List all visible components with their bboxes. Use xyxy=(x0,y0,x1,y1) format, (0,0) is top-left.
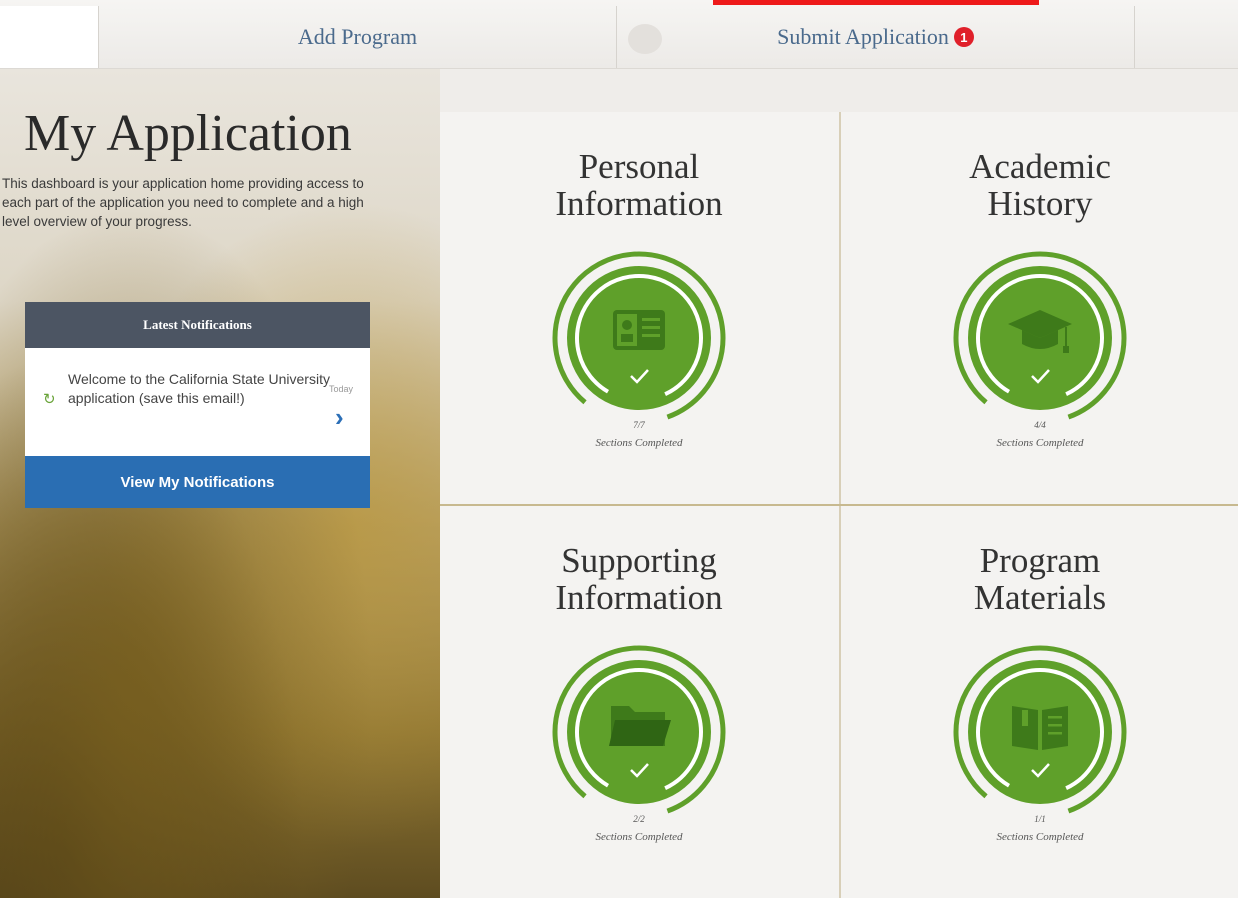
sections-caption: Sections Completed xyxy=(595,831,683,843)
sections-count: 2/2 xyxy=(633,814,645,824)
sections-caption: Sections Completed xyxy=(595,437,683,449)
page-title: My Application xyxy=(24,105,352,162)
notification-text: Welcome to the California State Universi… xyxy=(68,371,330,406)
notifications-card: Latest Notifications ↻ Welcome to the Ca… xyxy=(25,302,370,508)
progress-ring xyxy=(953,645,1127,819)
notification-badge: 1 xyxy=(953,27,974,47)
nav-decoration-icon xyxy=(628,24,662,54)
tab-submit-application[interactable]: Submit Application 1 xyxy=(616,6,1134,68)
tile-title: Personal Information xyxy=(440,148,838,222)
section-grid: Personal Information 7/7 Sections Comple… xyxy=(440,112,1238,898)
intro-text: This dashboard is your application home … xyxy=(2,176,364,229)
tile-title: Academic History xyxy=(841,148,1238,222)
tile-title: Program Materials xyxy=(841,542,1238,616)
tile-academic-history[interactable]: Academic History 4/4 Sections Completed xyxy=(841,112,1238,502)
progress-ring xyxy=(552,251,726,425)
tab-overflow[interactable] xyxy=(1134,6,1238,68)
sections-count: 4/4 xyxy=(1034,420,1046,430)
sections-count: 7/7 xyxy=(633,420,645,430)
tile-title-line1: Academic xyxy=(969,147,1111,186)
id-card-icon xyxy=(613,310,665,350)
tile-title-line2: History xyxy=(987,184,1093,223)
view-notifications-button[interactable]: View My Notifications xyxy=(25,456,370,508)
chevron-right-icon[interactable]: › xyxy=(335,402,344,433)
tab-add-program[interactable]: Add Program xyxy=(98,6,616,68)
notifications-header: Latest Notifications xyxy=(25,302,370,348)
notification-item[interactable]: ↻ Welcome to the California State Univer… xyxy=(25,348,370,456)
tile-title-line1: Supporting xyxy=(561,541,717,580)
tab-submit-application-label: Submit Application xyxy=(777,24,949,49)
tile-title: Supporting Information xyxy=(440,542,838,616)
refresh-icon: ↻ xyxy=(43,391,56,408)
tile-title-line2: Information xyxy=(555,184,723,223)
progress-ring xyxy=(953,251,1127,425)
tile-program-materials[interactable]: Program Materials 1/1 Sections Completed xyxy=(841,506,1238,896)
sections-caption: Sections Completed xyxy=(996,831,1084,843)
top-nav: Add Program Submit Application 1 xyxy=(0,0,1238,69)
tile-title-line2: Materials xyxy=(973,578,1107,617)
sections-caption: Sections Completed xyxy=(996,437,1084,449)
highlight-bar xyxy=(713,0,1039,5)
folder-icon xyxy=(609,706,671,746)
tile-supporting-information[interactable]: Supporting Information 2/2 Sections Comp… xyxy=(440,506,838,896)
tile-title-line1: Program xyxy=(979,541,1101,580)
tile-title-line1: Personal xyxy=(578,147,700,186)
progress-ring xyxy=(552,645,726,819)
tile-personal-information[interactable]: Personal Information 7/7 Sections Comple… xyxy=(440,112,838,502)
tab-add-program-label: Add Program xyxy=(297,24,418,49)
sections-count: 1/1 xyxy=(1034,814,1046,824)
tile-title-line2: Information xyxy=(555,578,723,617)
nav-blank-tab xyxy=(0,6,98,68)
notification-date: Today xyxy=(329,384,354,394)
